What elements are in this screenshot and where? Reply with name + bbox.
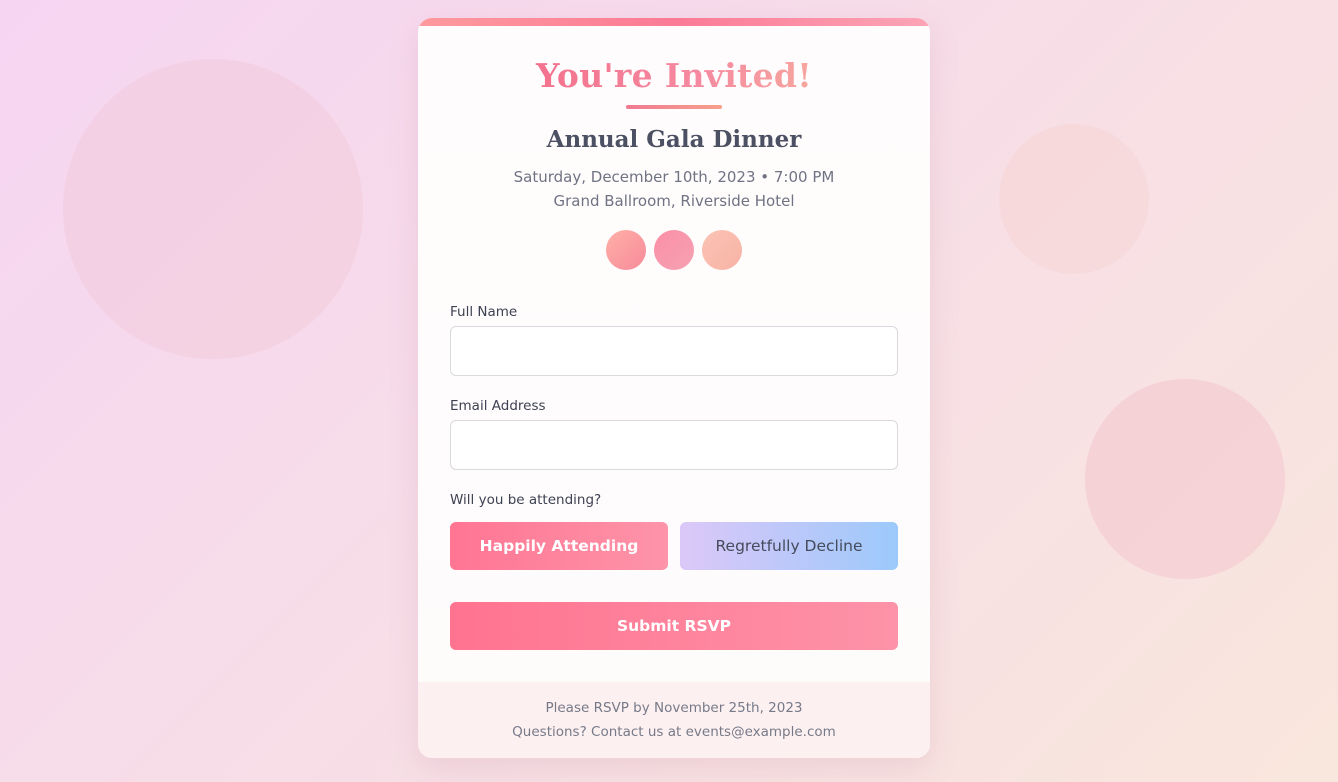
invitation-title: You're Invited! bbox=[418, 56, 930, 95]
decorative-dot bbox=[702, 230, 742, 270]
full-name-label: Full Name bbox=[450, 304, 518, 320]
decline-button[interactable]: Regretfully Decline bbox=[680, 522, 898, 570]
email-label: Email Address bbox=[450, 398, 546, 414]
event-venue: Grand Ballroom, Riverside Hotel bbox=[553, 192, 795, 210]
submit-rsvp-button[interactable]: Submit RSVP bbox=[450, 602, 898, 650]
contact-info: Questions? Contact us at events@example.… bbox=[512, 724, 836, 740]
attending-question: Will you be attending? bbox=[450, 492, 602, 508]
background-circle bbox=[999, 124, 1149, 274]
event-name: Annual Gala Dinner bbox=[546, 126, 802, 153]
card-footer: Please RSVP by November 25th, 2023 Quest… bbox=[418, 682, 930, 758]
full-name-input[interactable] bbox=[450, 326, 898, 376]
attending-button[interactable]: Happily Attending bbox=[450, 522, 668, 570]
rsvp-deadline: Please RSVP by November 25th, 2023 bbox=[545, 700, 803, 716]
rsvp-card: You're Invited! Annual Gala Dinner Satur… bbox=[418, 18, 930, 758]
email-input[interactable] bbox=[450, 420, 898, 470]
card-accent-bar bbox=[418, 18, 930, 26]
decorative-dot bbox=[654, 230, 694, 270]
event-date-time: Saturday, December 10th, 2023 • 7:00 PM bbox=[513, 168, 835, 186]
decorative-dot bbox=[606, 230, 646, 270]
background-circle bbox=[1085, 379, 1285, 579]
title-underline bbox=[626, 105, 722, 109]
background-circle bbox=[63, 59, 363, 359]
